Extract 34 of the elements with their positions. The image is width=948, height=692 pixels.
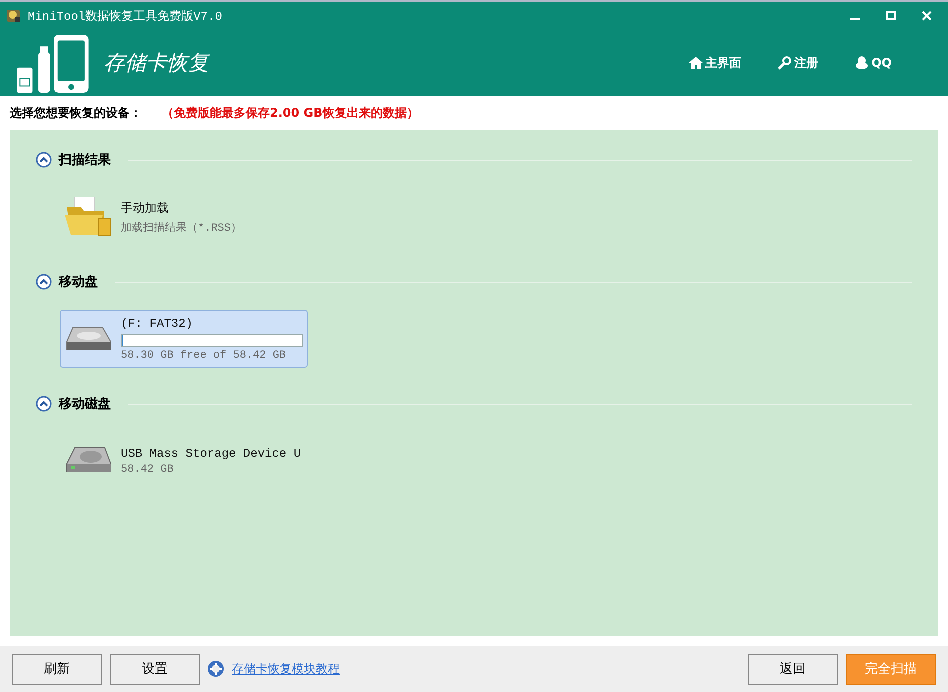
collapse-toggle-icon[interactable] xyxy=(36,274,52,290)
instruction-label: 选择您想要恢复的设备： xyxy=(10,104,142,122)
device-detail: 58.30 GB free of 58.42 GB xyxy=(121,350,288,362)
devices-icon xyxy=(16,35,92,93)
app-icon xyxy=(6,8,22,24)
device-item[interactable]: USB Mass Storage Device U 58.42 GB xyxy=(60,432,308,490)
section-title: 移动盘 xyxy=(59,274,98,291)
home-icon xyxy=(688,56,703,70)
collapse-toggle-icon[interactable] xyxy=(36,152,52,168)
nav-link[interactable]: 注册 xyxy=(778,54,819,72)
device-name: (F: FAT32) xyxy=(121,316,194,330)
device-name: 手动加载 xyxy=(121,200,170,216)
tutorial-link[interactable]: 存储卡恢复模块教程 xyxy=(232,660,340,678)
device-name: USB Mass Storage Device U xyxy=(121,446,302,460)
device-detail: 58.42 GB xyxy=(121,464,175,476)
footer-button[interactable]: 设置 xyxy=(110,654,200,684)
window-title: MiniTool数据恢复工具免费版V7.0 xyxy=(28,8,222,24)
nav-link[interactable]: 主界面 xyxy=(688,54,742,72)
footer-button[interactable]: 刷新 xyxy=(12,654,102,684)
nav-link[interactable]: QQ xyxy=(854,54,892,72)
folder-icon xyxy=(65,197,113,237)
maximize-icon[interactable] xyxy=(886,11,896,21)
device-item[interactable]: 手动加载 加载扫描结果（*.RSS） xyxy=(60,188,308,246)
close-icon[interactable] xyxy=(922,11,932,21)
back-button[interactable]: 返回 xyxy=(748,654,838,684)
collapse-toggle-icon[interactable] xyxy=(36,396,52,412)
page-title: 存储卡恢复 xyxy=(104,50,209,77)
device-item[interactable]: (F: FAT32) 58.30 GB free of 58.42 GB xyxy=(60,310,308,368)
lifebuoy-icon xyxy=(208,661,224,677)
section-title: 移动磁盘 xyxy=(59,396,111,413)
section-title: 扫描结果 xyxy=(59,152,111,169)
key-icon xyxy=(778,56,792,70)
free-limit-note: （免费版能最多保存2.00 GB恢复出来的数据） xyxy=(162,104,419,122)
device-detail: 加载扫描结果（*.RSS） xyxy=(121,221,242,234)
